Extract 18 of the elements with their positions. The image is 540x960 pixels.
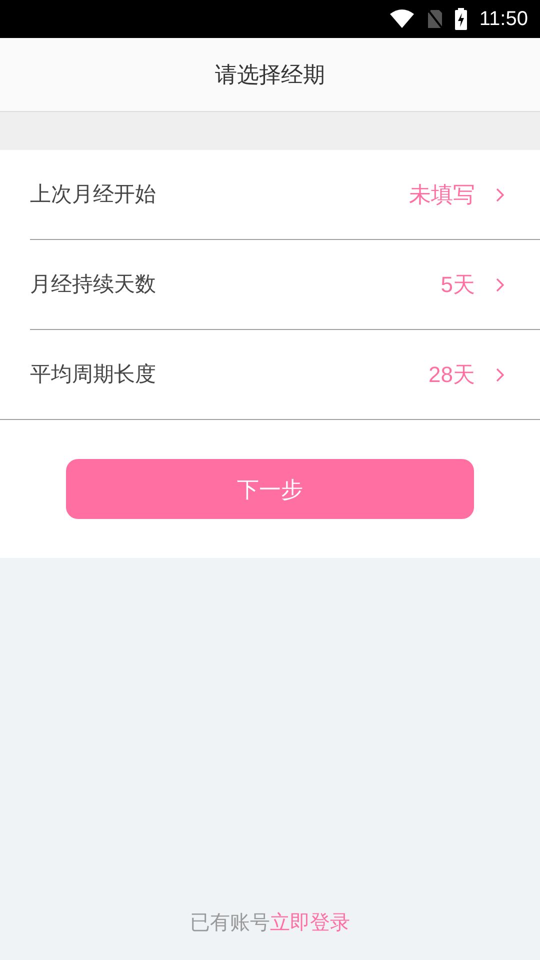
no-sim-icon [427,9,444,29]
chevron-right-icon [495,186,505,202]
row-label: 上次月经开始 [30,182,157,208]
row-label: 月经持续天数 [30,272,157,298]
footer-text: 已有账号 [190,911,270,936]
row-label: 平均周期长度 [30,362,157,388]
wifi-icon [389,9,416,29]
row-value: 28天 [428,361,475,389]
row-value: 未填写 [409,181,475,209]
clock: 11:50 [479,7,528,32]
chevron-right-icon [495,366,505,382]
settings-row[interactable]: 月经持续天数 5天 [30,240,540,330]
chevron-right-icon [495,276,505,292]
page-title: 请选择经期 [215,61,325,89]
settings-row[interactable]: 上次月经开始 未填写 [30,150,540,240]
settings-row[interactable]: 平均周期长度 28天 [0,330,540,420]
row-value: 5天 [440,271,475,299]
battery-charging-icon [455,8,468,30]
